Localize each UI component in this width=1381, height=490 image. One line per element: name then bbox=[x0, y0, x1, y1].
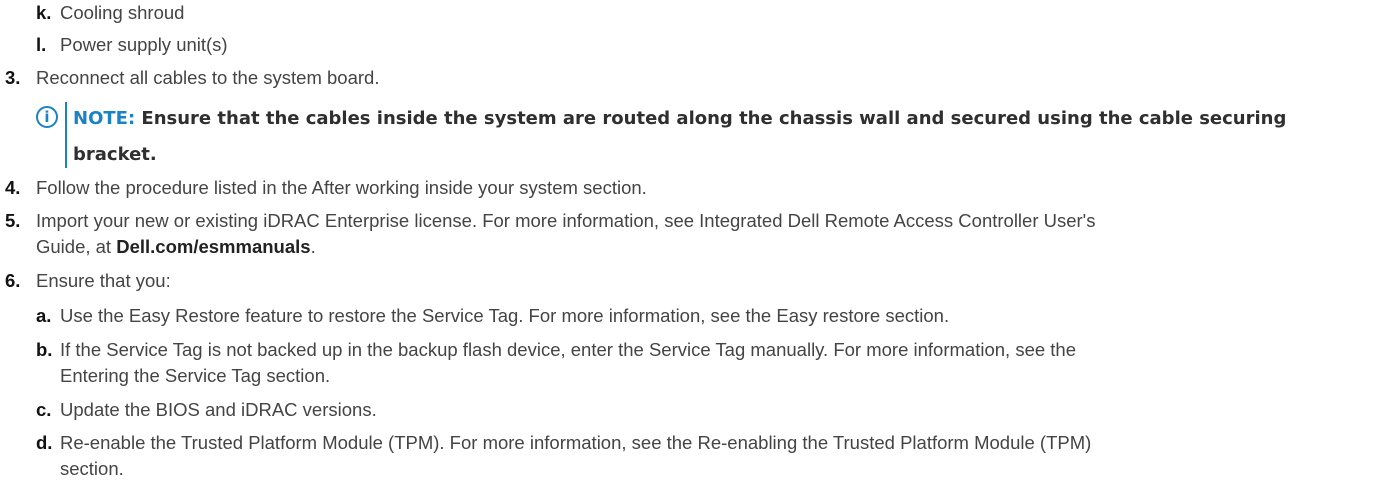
list-marker: 4. bbox=[5, 177, 21, 198]
info-circle-icon: i bbox=[36, 106, 58, 128]
sub-item-text-continued: Entering the Service Tag section. bbox=[60, 365, 331, 386]
text-suffix: . bbox=[310, 236, 316, 257]
note-body: Ensure that the cables inside the system… bbox=[73, 108, 1287, 165]
list-item-text: Power supply unit(s) bbox=[60, 34, 228, 55]
sub-item-text: Re-enable the Trusted Platform Module (T… bbox=[60, 432, 1092, 453]
document-page: k. Cooling shroud l. Power supply unit(s… bbox=[0, 0, 1381, 490]
note-callout: i NOTE: Ensure that the cables inside th… bbox=[36, 102, 1336, 172]
note-label: NOTE: bbox=[73, 108, 136, 129]
list-item-text: Import your new or existing iDRAC Enterp… bbox=[36, 210, 1096, 231]
sub-item-text-continued: section. bbox=[60, 458, 124, 479]
list-item-text: Reconnect all cables to the system board… bbox=[36, 67, 380, 88]
sub-item-text: If the Service Tag is not backed up in t… bbox=[60, 339, 1077, 360]
note-divider bbox=[65, 102, 67, 168]
sub-item-text: Use the Easy Restore feature to restore … bbox=[60, 305, 950, 326]
manuals-link[interactable]: Dell.com/esmmanuals bbox=[116, 236, 310, 257]
list-item-text: Cooling shroud bbox=[60, 2, 185, 23]
list-item-text: Ensure that you: bbox=[36, 270, 171, 291]
list-marker: 3. bbox=[5, 67, 21, 88]
list-marker: 6. bbox=[5, 270, 21, 291]
list-marker: 5. bbox=[5, 210, 21, 231]
note-text: NOTE: Ensure that the cables inside the … bbox=[73, 101, 1293, 173]
sub-item-text: Update the BIOS and iDRAC versions. bbox=[60, 399, 377, 420]
list-item-text: Follow the procedure listed in the After… bbox=[36, 177, 647, 198]
list-item-text-continued: Guide, at Dell.com/esmmanuals. bbox=[36, 236, 316, 258]
text-prefix: Guide, at bbox=[36, 236, 117, 257]
